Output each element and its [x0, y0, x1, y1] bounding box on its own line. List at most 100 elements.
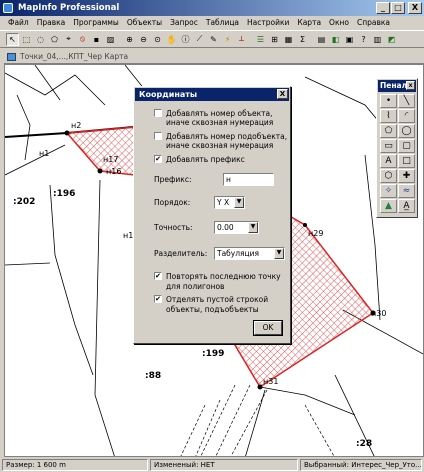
new-map-icon[interactable]: ◧ [329, 33, 342, 46]
line-style-icon[interactable]: ≈ [398, 184, 415, 198]
rectangle-tool-icon[interactable]: ▭ [380, 139, 397, 153]
pan-icon[interactable]: ✋ [165, 33, 178, 46]
status-size: Размер: 1 600 m [2, 459, 148, 471]
repeat-last-point-checkbox[interactable]: ✔ [154, 272, 162, 280]
new-layout-icon[interactable]: ▣ [343, 33, 356, 46]
zoom-out-icon[interactable]: ⊖ [137, 33, 150, 46]
parcel-label: :196 [53, 189, 76, 199]
empty-line-checkbox[interactable]: ✔ [154, 295, 162, 303]
map-window-icon [7, 53, 16, 61]
layer-control-icon[interactable]: ☰ [254, 33, 267, 46]
chevron-down-icon[interactable]: ▼ [234, 197, 244, 208]
subobject-number-checkbox[interactable] [154, 132, 162, 140]
palette-close-button[interactable]: x [406, 81, 415, 90]
dialog-close-button[interactable]: X [277, 89, 288, 99]
menu-window[interactable]: Окно [325, 16, 353, 30]
change-view-icon[interactable]: ⊙ [151, 33, 164, 46]
rounded-rect-tool-icon[interactable]: ▢ [398, 139, 415, 153]
add-node-tool-icon[interactable]: ✚ [398, 169, 415, 183]
menu-objects[interactable]: Объекты [123, 16, 166, 30]
parcel-label: :88 [145, 371, 162, 381]
text-style-icon[interactable]: A̲ [398, 199, 415, 213]
line-tool-icon[interactable]: ╲ [398, 94, 415, 108]
redistrict-icon[interactable]: ◩ [385, 33, 398, 46]
prefix-input[interactable]: н [223, 173, 274, 186]
menu-help[interactable]: Справка [353, 16, 394, 30]
ok-button[interactable]: OK [254, 321, 282, 335]
statistics-icon[interactable]: Σ [296, 33, 309, 46]
point-label: н1 [123, 231, 134, 240]
new-browser-icon[interactable]: ▤ [315, 33, 328, 46]
repeat-last-point-label: Повторять последнюю точку [166, 272, 281, 281]
order-select[interactable]: Y X ▼ [214, 196, 245, 209]
empty-line-option[interactable]: ✔ Отделять пустой строкой объекты, подъо… [154, 295, 288, 315]
info-icon[interactable]: ⓘ [179, 33, 192, 46]
prefix-option[interactable]: ✔ Добавлять префикс [154, 155, 288, 165]
precision-label: Точность: [154, 223, 193, 232]
object-number-sublabel: иначе сквозная нумерация [166, 118, 274, 127]
symbol-tool-icon[interactable]: • [380, 94, 397, 108]
graph-icon[interactable]: ▥ [371, 33, 384, 46]
app-titlebar[interactable]: MapInfo Professional _ □ X [0, 0, 424, 16]
precision-select[interactable]: 0.00 ▼ [214, 221, 259, 234]
legend-icon[interactable]: ▦ [282, 33, 295, 46]
palette-titlebar[interactable]: Пенал x [378, 80, 416, 92]
map-window-titlebar[interactable]: Точки_04,...,КПТ_Чер Карта [4, 50, 424, 64]
menu-query[interactable]: Запрос [166, 16, 202, 30]
zoom-in-icon[interactable]: ⊕ [123, 33, 136, 46]
drag-map-icon[interactable]: ⚡ [221, 33, 234, 46]
parcel-label: :28 [356, 439, 373, 449]
map-window-title: Точки_04,...,КПТ_Чер Карта [20, 52, 129, 61]
close-button[interactable]: X [408, 2, 422, 14]
prefix-checkbox[interactable]: ✔ [154, 155, 162, 163]
boundary-select-icon[interactable]: ⌖ [62, 33, 75, 46]
object-number-option[interactable]: Добавлять номер объекта, иначе сквозная … [154, 109, 288, 129]
menu-programs[interactable]: Программы [69, 16, 123, 30]
menu-file[interactable]: Файл [4, 16, 33, 30]
subobject-number-option[interactable]: Добавлять номер подобъекта, иначе сквозн… [154, 132, 288, 152]
repeat-last-point-option[interactable]: ✔ Повторять последнюю точку для полигоно… [154, 272, 288, 292]
maximize-button[interactable]: □ [391, 2, 405, 14]
menu-settings[interactable]: Настройки [243, 16, 293, 30]
menu-map[interactable]: Карта [293, 16, 325, 30]
menu-table[interactable]: Таблица [202, 16, 243, 30]
ruler-tool-icon[interactable]: ⊞ [268, 33, 281, 46]
ruler-icon[interactable]: ⟂ [235, 33, 248, 46]
symbol-style-icon[interactable]: ✧ [380, 184, 397, 198]
polygon-tool-icon[interactable]: ⬠ [380, 124, 397, 138]
parcel-label: :199 [202, 349, 225, 359]
separator-label: Разделитель: [154, 249, 208, 258]
ellipse-tool-icon[interactable]: ◯ [398, 124, 415, 138]
precision-value: 0.00 [217, 223, 234, 232]
coordinates-dialog: Координаты X Добавлять номер объекта, ин… [133, 86, 291, 344]
graph-select-icon[interactable]: ▪ [90, 33, 103, 46]
frame-tool-icon[interactable]: □ [398, 154, 415, 168]
region-style-icon[interactable]: ▲ [380, 199, 397, 213]
label-icon[interactable]: ✎ [207, 33, 220, 46]
menu-edit[interactable]: Правка [33, 16, 70, 30]
status-bar: Размер: 1 600 m Измененый: НЕТ Выбранный… [0, 458, 424, 472]
minimize-button[interactable]: _ [376, 2, 390, 14]
polyline-tool-icon[interactable]: ⌇ [380, 109, 397, 123]
text-tool-icon[interactable]: A [380, 154, 397, 168]
prefix-checkbox-label: Добавлять префикс [166, 155, 245, 164]
chevron-down-icon[interactable]: ▼ [274, 248, 284, 259]
marquee-select-icon[interactable]: ⬚ [20, 33, 33, 46]
hotlink-icon[interactable]: ⟋ [193, 33, 206, 46]
palette-title: Пенал [380, 81, 408, 90]
dialog-title: Координаты [139, 90, 198, 99]
radius-select-icon[interactable]: ◌ [34, 33, 47, 46]
separator-select[interactable]: Табуляция ▼ [214, 247, 285, 260]
subobject-number-sublabel: иначе сквозная нумерация [166, 141, 274, 150]
chevron-down-icon[interactable]: ▼ [248, 222, 258, 233]
help-icon[interactable]: ? [357, 33, 370, 46]
unselect-icon[interactable]: ⦸ [76, 33, 89, 46]
select-arrow-icon[interactable]: ↖ [6, 32, 19, 46]
arc-tool-icon[interactable]: ◜ [398, 109, 415, 123]
reshape-tool-icon[interactable]: ⬡ [380, 169, 397, 183]
invert-select-icon[interactable]: ▨ [104, 33, 117, 46]
repeat-last-point-sublabel: для полигонов [166, 282, 225, 291]
polygon-select-icon[interactable]: ⬠ [48, 33, 61, 46]
dialog-titlebar[interactable]: Координаты X [135, 88, 289, 101]
object-number-checkbox[interactable] [154, 109, 162, 117]
